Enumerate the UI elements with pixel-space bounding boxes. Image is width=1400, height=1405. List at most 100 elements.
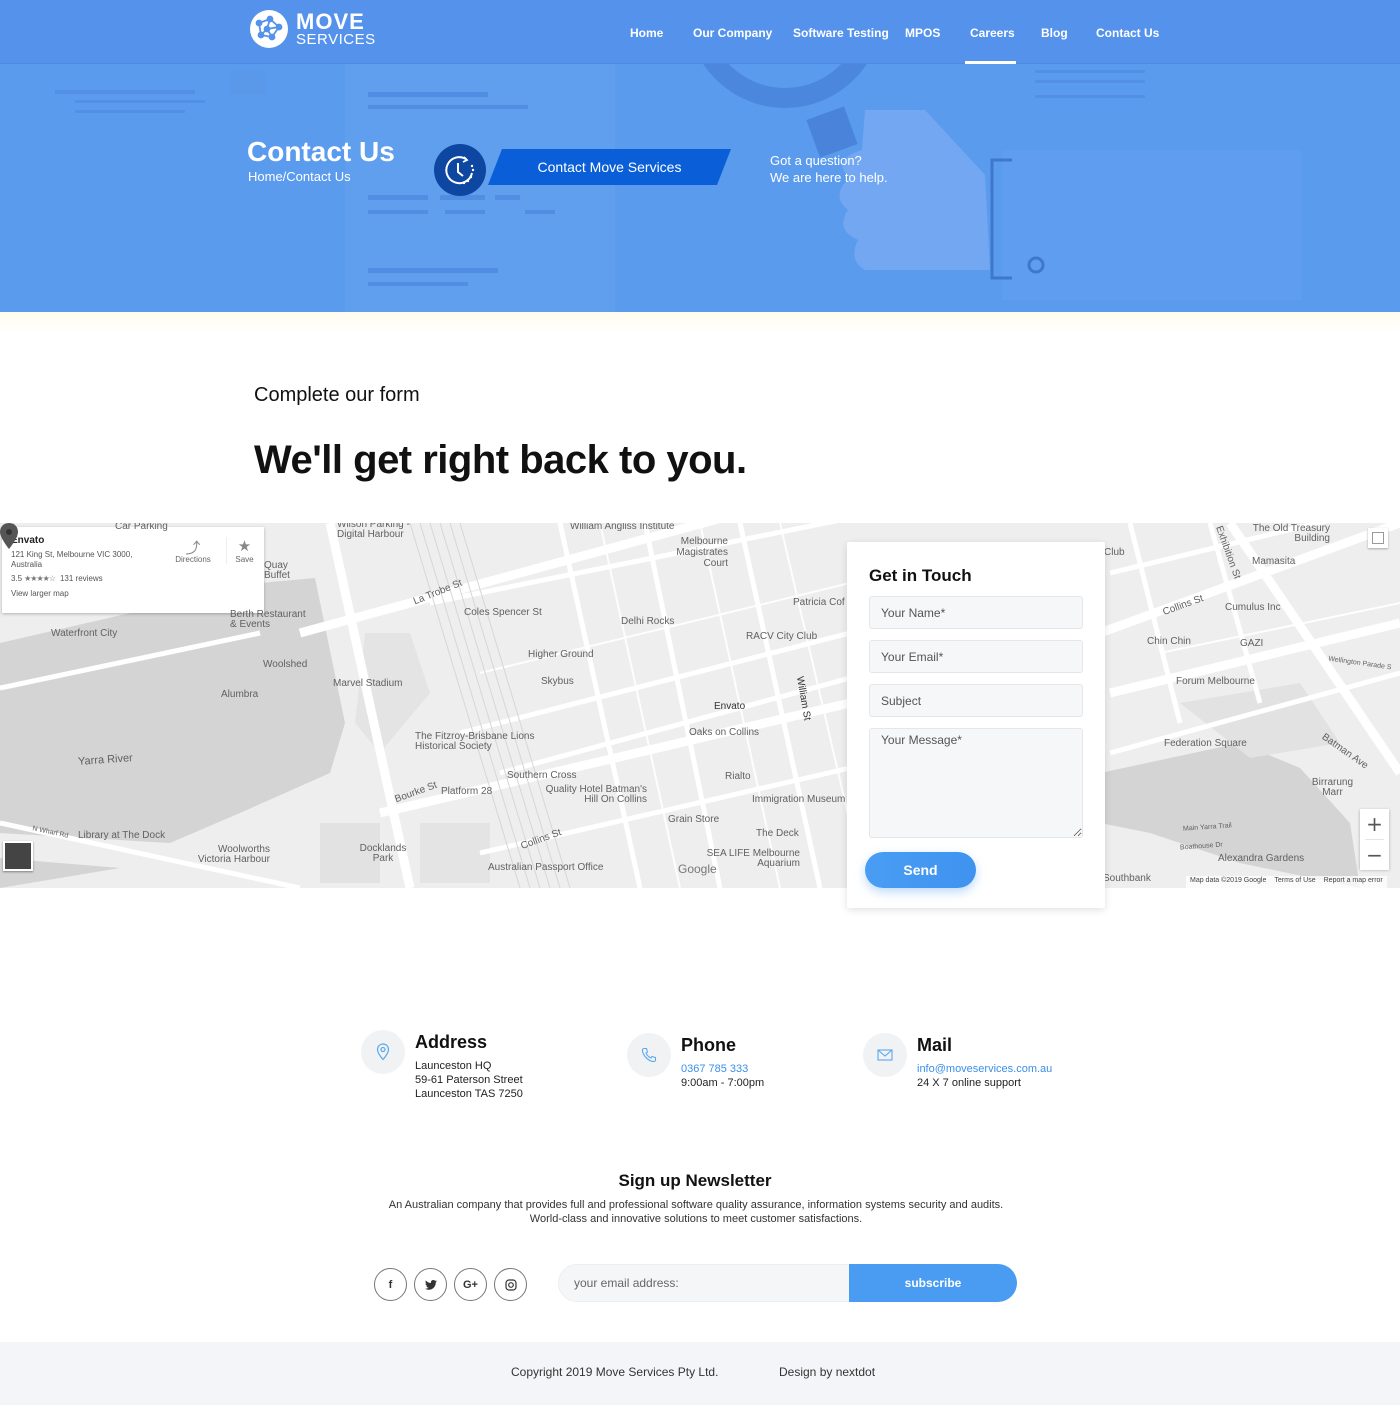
- map-marker-icon[interactable]: [0, 523, 18, 549]
- save-label: Save: [235, 555, 254, 564]
- map-label: GAZI: [1240, 638, 1264, 649]
- rating-value: 3.5: [11, 574, 23, 583]
- map-label: Federation Square: [1164, 738, 1247, 749]
- map-label: Marvel Stadium: [333, 678, 403, 689]
- newsletter-desc-line: An Australian company that provides full…: [388, 1199, 1004, 1211]
- map-label: Alexandra Gardens: [1218, 853, 1305, 864]
- contact-cta-button[interactable]: Contact Move Services: [488, 149, 731, 185]
- zoom-in-button[interactable]: +: [1360, 809, 1389, 839]
- breadcrumb[interactable]: Home/Contact Us: [248, 169, 351, 184]
- instagram-icon: [504, 1278, 517, 1291]
- map-label: Cumulus Inc: [1225, 602, 1281, 613]
- report-map-error-link[interactable]: Report a map error: [1324, 877, 1383, 887]
- map-label: Delhi Rocks: [621, 616, 675, 627]
- zoom-out-button[interactable]: −: [1360, 840, 1389, 870]
- hero-banner: MOVE SERVICES Home Our Company Software …: [0, 0, 1400, 312]
- save-place-button[interactable]: ★ Save: [226, 537, 262, 564]
- map-label: Quay Buffet: [264, 560, 290, 581]
- phone-number-link[interactable]: 0367 785 333: [681, 1062, 764, 1076]
- nav-blog[interactable]: Blog: [1041, 26, 1068, 40]
- map-label: Grain Store: [668, 814, 720, 825]
- map-label: Coles Spencer St: [464, 607, 542, 618]
- newsletter-title: Sign up Newsletter: [618, 1171, 772, 1190]
- address-lines: Launceston HQ 59-61 Paterson Street Laun…: [415, 1059, 523, 1101]
- review-count[interactable]: 131 reviews: [60, 574, 103, 583]
- map-label: Australian Passport Office: [488, 862, 604, 873]
- newsletter-desc-line: World-class and innovative solutions to …: [529, 1213, 863, 1225]
- message-textarea[interactable]: [869, 728, 1083, 838]
- email-input[interactable]: [869, 640, 1083, 673]
- address-line: Launceston HQ: [415, 1060, 492, 1072]
- nav-active-indicator: [965, 61, 1016, 64]
- facebook-button[interactable]: f: [374, 1268, 407, 1301]
- map-label: Rialto: [725, 771, 751, 782]
- phone-icon-circle: [627, 1033, 671, 1077]
- nav-contact-us[interactable]: Contact Us: [1096, 26, 1159, 40]
- instagram-button[interactable]: [494, 1268, 527, 1301]
- nav-software-testing[interactable]: Software Testing: [793, 26, 889, 40]
- map-label: Immigration Museum: [752, 794, 846, 805]
- clock-badge: [434, 144, 486, 196]
- map-place-card: Envato 121 King St, Melbourne VIC 3000, …: [2, 527, 264, 613]
- brand-name-line2: SERVICES: [296, 31, 376, 48]
- place-address: 121 King St, Melbourne VIC 3000, Austral…: [11, 550, 133, 569]
- clock-icon: [445, 156, 475, 185]
- address-title: Address: [415, 1032, 488, 1052]
- map-label: Woolworths Victoria Harbour: [197, 844, 270, 865]
- newsletter-email-input[interactable]: [558, 1264, 858, 1302]
- google-plus-icon: G+: [463, 1278, 478, 1291]
- map-label: Waterfront City: [51, 628, 118, 639]
- place-rating: 3.5 ★★★★☆ 131 reviews: [11, 574, 255, 583]
- nav-home[interactable]: Home: [630, 26, 663, 40]
- navbar: MOVE SERVICES Home Our Company Software …: [0, 0, 1400, 64]
- directions-label: Directions: [175, 555, 211, 564]
- map-label: Southbank: [1103, 873, 1151, 884]
- hero-question: Got a question? We are here to help.: [770, 152, 888, 186]
- copyright-text: Copyright 2019 Move Services Pty Ltd.: [511, 1365, 719, 1379]
- terms-of-use-link[interactable]: Terms of Use: [1274, 877, 1315, 887]
- phone-hours: 9:00am - 7:00pm: [681, 1077, 765, 1089]
- satellite-toggle[interactable]: [3, 841, 33, 871]
- map-label: Patricia Cof: [793, 597, 845, 608]
- design-credit[interactable]: Design by nextdot: [779, 1365, 875, 1379]
- send-button[interactable]: Send: [865, 852, 976, 888]
- map-label: Melbourne Magistrates Court: [676, 536, 728, 569]
- map-zoom-control: + −: [1360, 809, 1389, 870]
- hero-question-line2: We are here to help.: [770, 170, 888, 185]
- map-label: The Deck: [756, 828, 799, 839]
- mail-lines: info@moveservices.com.au 24 X 7 online s…: [917, 1062, 1052, 1090]
- map-label: Car Parking: [115, 523, 168, 532]
- contact-form-card: Get in Touch Send: [847, 542, 1105, 908]
- facebook-icon: f: [388, 1278, 393, 1291]
- directions-button[interactable]: ⤴ Directions: [169, 537, 217, 564]
- newsletter-form: subscribe: [558, 1264, 1017, 1302]
- nav-mpos[interactable]: MPOS: [905, 26, 940, 40]
- map-embed[interactable]: Envato 121 King St, Melbourne VIC 3000, …: [0, 523, 1400, 888]
- map-label: Alumbra: [221, 689, 259, 700]
- twitter-button[interactable]: [414, 1268, 447, 1301]
- mail-title: Mail: [917, 1035, 953, 1055]
- name-input[interactable]: [869, 596, 1083, 629]
- star-icon: ★: [237, 538, 252, 555]
- address-icon-circle: [361, 1030, 405, 1074]
- phone-lines: 0367 785 333 9:00am - 7:00pm: [681, 1062, 764, 1090]
- google-plus-button[interactable]: G+: [454, 1268, 487, 1301]
- map-label: Quality Hotel Batman's Hill On Collins: [545, 784, 647, 805]
- fullscreen-button[interactable]: [1368, 528, 1388, 548]
- nav-our-company[interactable]: Our Company: [693, 26, 772, 40]
- form-title: Get in Touch: [869, 566, 972, 585]
- view-larger-map-link[interactable]: View larger map: [11, 589, 255, 598]
- map-label: Higher Ground: [528, 649, 594, 660]
- map-pin-icon: [376, 1043, 390, 1061]
- map-label: Platform 28: [441, 786, 493, 797]
- subscribe-button[interactable]: subscribe: [849, 1264, 1017, 1302]
- subject-input[interactable]: [869, 684, 1083, 717]
- brand-logo[interactable]: MOVE SERVICES: [250, 10, 376, 48]
- map-label: Club: [1104, 547, 1125, 558]
- hero-question-line1: Got a question?: [770, 153, 862, 168]
- page-title: Contact Us: [247, 136, 395, 167]
- nav-careers[interactable]: Careers: [970, 26, 1015, 40]
- map-attribution: Map data ©2019 Google Terms of Use Repor…: [1186, 876, 1387, 888]
- map-label: Southern Cross: [507, 770, 577, 781]
- email-link[interactable]: info@moveservices.com.au: [917, 1062, 1052, 1076]
